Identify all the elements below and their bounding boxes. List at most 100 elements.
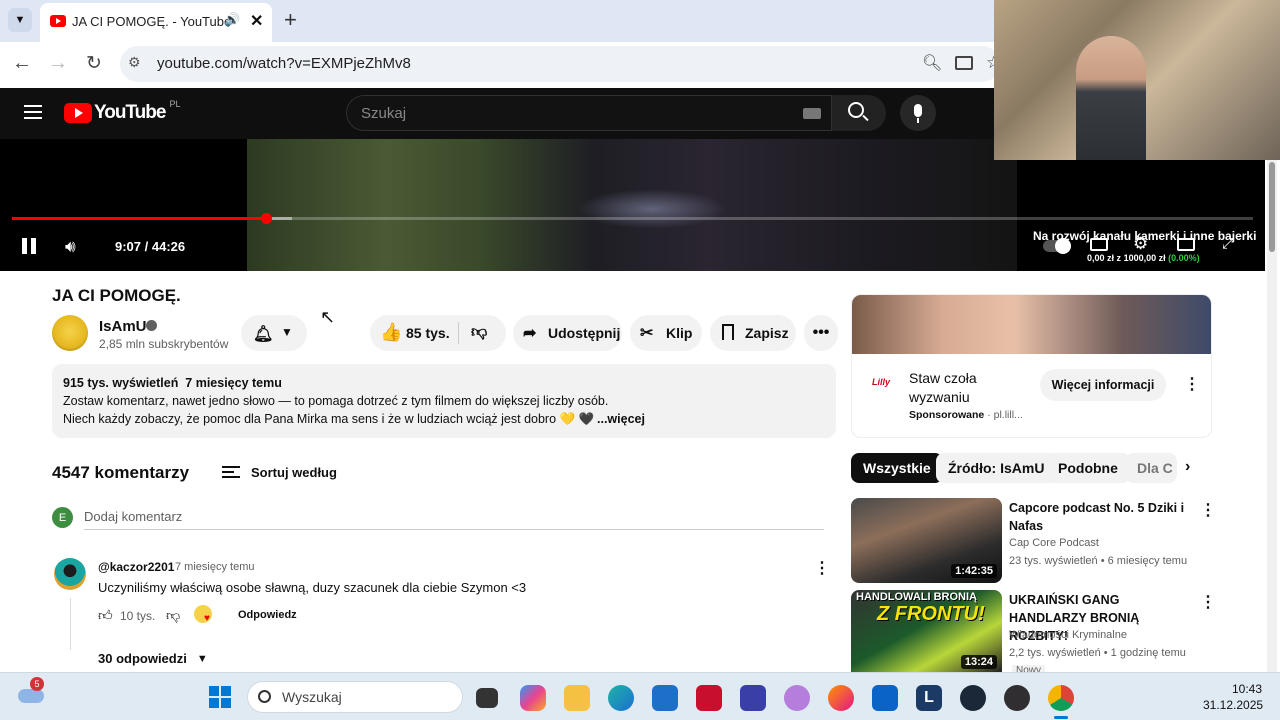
- ad-menu-icon[interactable]: ⋮: [1184, 374, 1200, 394]
- close-tab-icon[interactable]: ✕: [250, 11, 263, 31]
- volume-button[interactable]: 🔊︎: [65, 237, 87, 256]
- donation-percent: (0.00%): [1168, 253, 1200, 263]
- add-comment-input[interactable]: Dodaj komentarz: [84, 508, 824, 530]
- region-code: PL: [169, 99, 181, 109]
- install-app-icon[interactable]: [955, 56, 973, 70]
- recommended-thumbnail[interactable]: 1:42:35: [851, 498, 1002, 583]
- settings-icon[interactable]: ⚙: [1133, 234, 1148, 254]
- like-icon: 👍: [380, 322, 403, 342]
- youtube-logo[interactable]: YouTube PL: [64, 99, 180, 123]
- add-comment-placeholder: Dodaj komentarz: [84, 509, 183, 524]
- comment-like-icon[interactable]: 👍︎: [98, 607, 113, 624]
- tab-search-button[interactable]: ▼: [8, 8, 32, 32]
- comment-avatar[interactable]: [54, 558, 86, 590]
- dislike-button[interactable]: 👎︎: [459, 315, 506, 351]
- ad-brand-logo: Lilly: [872, 377, 891, 387]
- site-settings-icon[interactable]: ⚙: [128, 54, 141, 71]
- reply-button[interactable]: Odpowiedz: [238, 609, 297, 621]
- comment-time[interactable]: 7 miesięcy temu: [175, 561, 254, 573]
- scrollbar-thumb[interactable]: [1269, 162, 1275, 252]
- forward-icon[interactable]: →: [48, 52, 68, 75]
- subscribe-bell-button[interactable]: 🔔︎ ▼: [241, 315, 307, 351]
- thumbnail-text: HANDLOWALI BRONIĄ: [856, 591, 977, 603]
- keyboard-icon[interactable]: [803, 108, 821, 119]
- active-app-indicator: [1054, 716, 1068, 719]
- address-bar[interactable]: ⚙ youtube.com/watch?v=EXMPjeZhMv8 🔍︎ ☆: [120, 46, 1001, 82]
- sort-button[interactable]: Sortuj według: [222, 461, 337, 483]
- menu-icon[interactable]: [24, 105, 42, 119]
- channel-avatar[interactable]: [52, 315, 88, 351]
- firefox-icon[interactable]: [828, 685, 854, 711]
- search-input[interactable]: Szukaj: [346, 95, 832, 131]
- share-button[interactable]: ➦ Udostępnij: [513, 315, 622, 351]
- vpn-app-icon[interactable]: [740, 685, 766, 711]
- clock-date[interactable]: 31.12.2025: [1203, 698, 1263, 712]
- pause-button[interactable]: [22, 238, 36, 254]
- windows-start-icon[interactable]: [209, 686, 231, 708]
- recommended-thumbnail[interactable]: HANDLOWALI BRONIĄ Z FRONTU! 13:24: [851, 590, 1002, 672]
- task-view-icon[interactable]: [476, 688, 498, 708]
- recommended-menu-icon[interactable]: ⋮: [1200, 592, 1216, 612]
- description-more-link[interactable]: ...więcej: [597, 412, 645, 426]
- back-icon[interactable]: ←: [12, 52, 32, 75]
- reload-icon[interactable]: ↻: [86, 52, 102, 75]
- page-scrollbar[interactable]: [1267, 160, 1277, 672]
- ad-card[interactable]: Lilly Staw czoła wyzwaniu Sponsorowane ·…: [851, 294, 1212, 438]
- chevron-down-icon: ▼: [196, 652, 208, 665]
- obs-icon[interactable]: [1004, 685, 1030, 711]
- steam-icon[interactable]: [960, 685, 986, 711]
- audio-playing-icon[interactable]: 🔊: [224, 12, 240, 28]
- ad-cta-button[interactable]: Więcej informacji: [1040, 369, 1166, 401]
- security-app-icon[interactable]: [696, 685, 722, 711]
- recommended-channel[interactable]: Wiadomości Kryminalne: [1009, 629, 1127, 641]
- comment-dislike-icon[interactable]: 👎︎: [166, 607, 180, 624]
- like-count: 85 tys.: [406, 325, 450, 341]
- voice-search-button[interactable]: [900, 95, 936, 131]
- chips-next-icon[interactable]: ›: [1185, 458, 1190, 476]
- like-button[interactable]: 👍 85 tys.: [370, 315, 458, 351]
- browser-tab[interactable]: JA CI POMOGĘ. - YouTube 🔊 ✕: [40, 3, 272, 42]
- recommended-channel[interactable]: Cap Core Podcast: [1009, 537, 1099, 549]
- clock-time[interactable]: 10:43: [1232, 682, 1262, 696]
- chip-source[interactable]: Źródło: IsAmU: [936, 453, 1057, 483]
- taskbar-search[interactable]: Wyszukaj: [247, 681, 463, 713]
- ad-image: [852, 295, 1211, 354]
- subscriber-count: 2,85 mln subskrybentów: [99, 337, 229, 351]
- copilot-icon[interactable]: [520, 685, 546, 711]
- miniplayer-icon[interactable]: [1177, 238, 1195, 251]
- more-actions-button[interactable]: •••: [804, 315, 838, 351]
- url-text[interactable]: youtube.com/watch?v=EXMPjeZhMv8: [157, 55, 411, 72]
- store-icon[interactable]: [652, 685, 678, 711]
- outlook-icon[interactable]: [872, 685, 898, 711]
- save-button[interactable]: Zapisz: [710, 315, 796, 351]
- app-icon[interactable]: [784, 685, 810, 711]
- search-button[interactable]: [832, 95, 886, 131]
- channel-name[interactable]: IsAmU: [99, 318, 147, 335]
- description-box[interactable]: 915 tys. wyświetleń 7 miesięcy temu Zost…: [52, 364, 836, 438]
- recommended-title[interactable]: Capcore podcast No. 5 Dziki i Nafas: [1009, 499, 1189, 535]
- video-frame[interactable]: [247, 139, 1017, 271]
- chrome-icon[interactable]: [1048, 685, 1074, 711]
- clip-button[interactable]: ✂ Klip: [630, 315, 702, 351]
- sort-label: Sortuj według: [251, 464, 337, 480]
- weather-widget[interactable]: 5: [18, 677, 46, 707]
- replies-toggle[interactable]: 30 odpowiedzi ▼: [98, 651, 208, 666]
- progress-track[interactable]: [12, 213, 1253, 224]
- autoplay-toggle[interactable]: [1043, 238, 1071, 254]
- launcher-icon[interactable]: L: [916, 685, 942, 711]
- edge-icon[interactable]: [608, 685, 634, 711]
- comment-author[interactable]: @kaczor2201: [98, 560, 174, 574]
- chip-similar[interactable]: Podobne: [1046, 453, 1130, 483]
- description-line-2: Niech każdy zobaczy, że pomoc dla Pana M…: [63, 412, 595, 426]
- fullscreen-icon[interactable]: ⤢: [1222, 235, 1234, 252]
- file-explorer-icon[interactable]: [564, 685, 590, 711]
- chip-for-you[interactable]: Dla C: [1125, 453, 1177, 483]
- recommended-menu-icon[interactable]: ⋮: [1200, 500, 1216, 520]
- comment-menu-icon[interactable]: ⋮: [814, 558, 830, 578]
- new-tab-icon[interactable]: +: [284, 7, 297, 33]
- zoom-icon[interactable]: 🔍︎: [922, 53, 942, 73]
- donation-bar: 0,00 zł z 1000,00 zł (0.00%): [1087, 253, 1200, 263]
- chip-all[interactable]: Wszystkie: [851, 453, 943, 483]
- subtitles-icon[interactable]: [1090, 238, 1108, 251]
- ad-title[interactable]: Staw czoła wyzwaniu: [909, 369, 1029, 407]
